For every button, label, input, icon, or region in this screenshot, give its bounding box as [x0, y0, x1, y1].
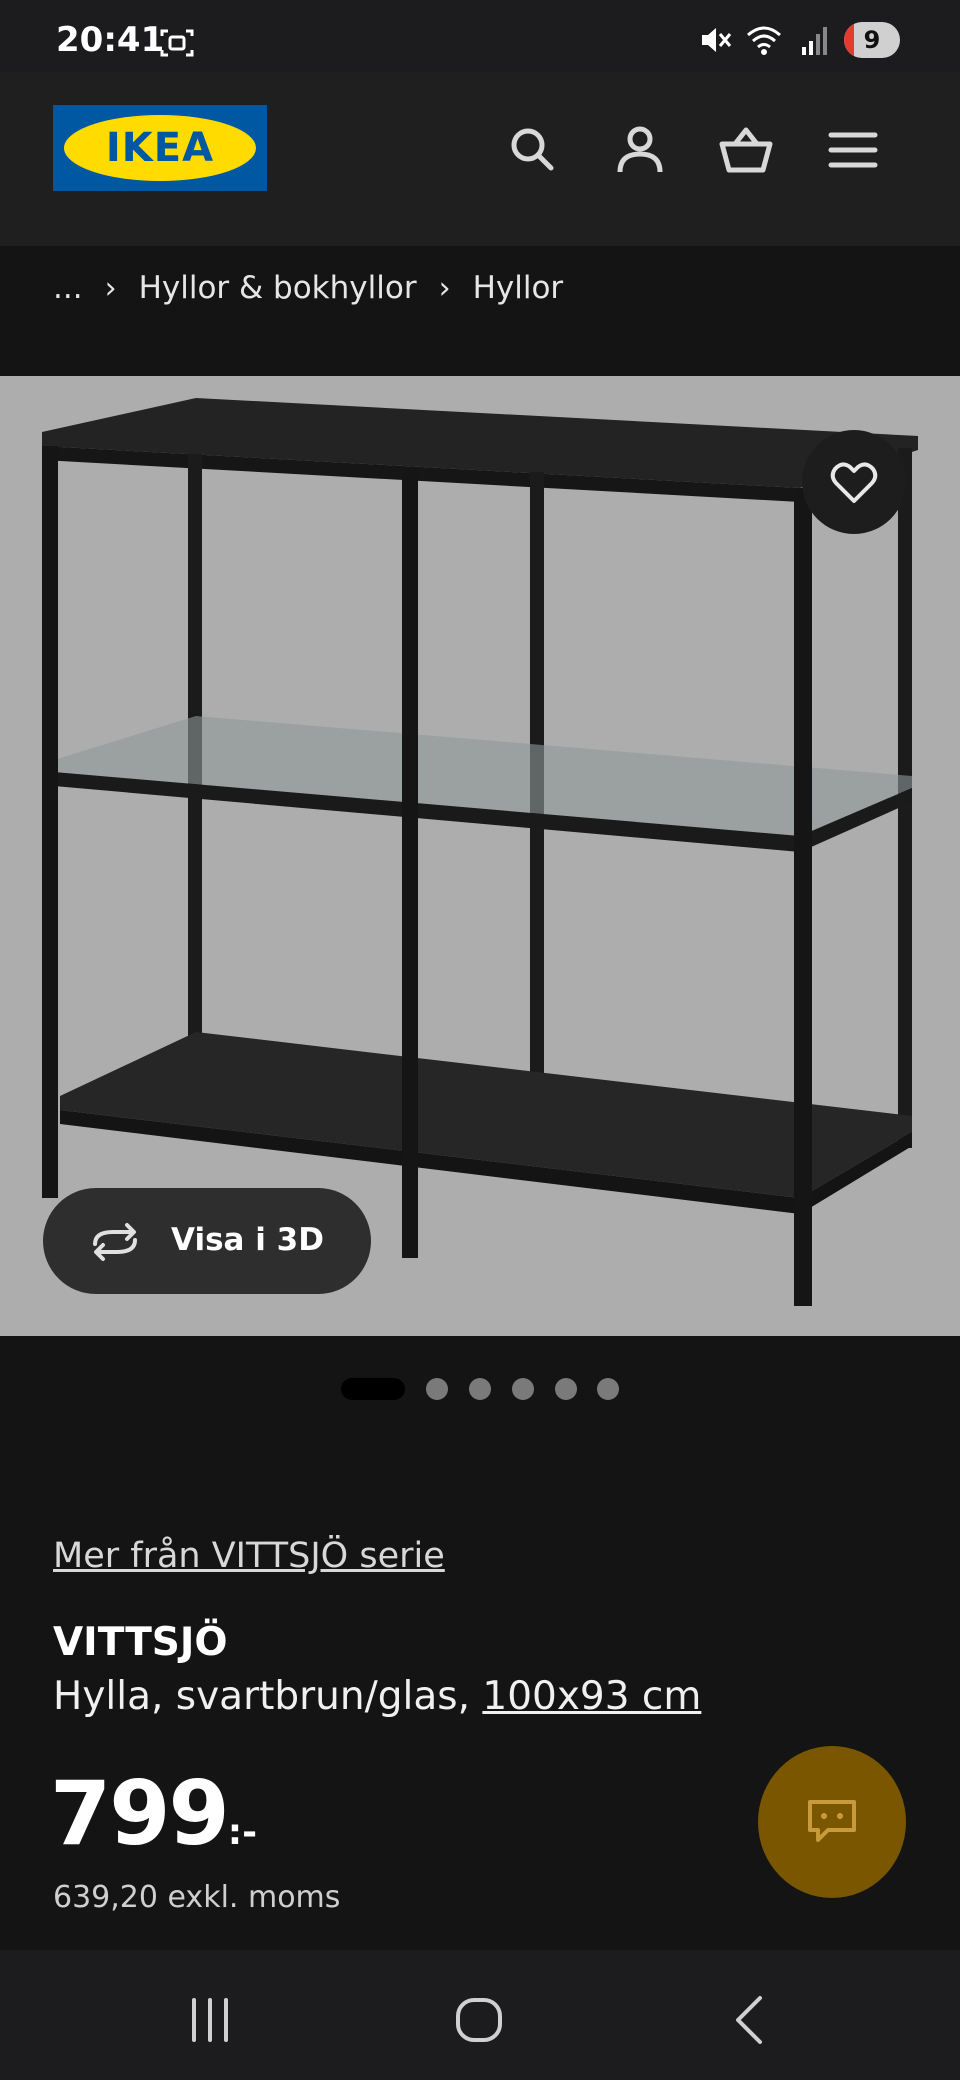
product-type: Hylla, svartbrun/glas,	[53, 1674, 483, 1719]
search-icon[interactable]	[505, 122, 561, 178]
product-name: VITTSJÖ	[53, 1620, 228, 1665]
system-navigation-bar	[0, 1950, 960, 2080]
pagination-dot[interactable]	[426, 1378, 448, 1400]
site-header: IKEA	[0, 72, 960, 246]
back-icon[interactable]	[720, 1990, 780, 2050]
status-time: 20:41	[56, 20, 165, 60]
chevron-right-icon: ›	[438, 270, 451, 306]
favorite-button[interactable]	[802, 430, 906, 534]
view-in-3d-button[interactable]: Visa i 3D	[43, 1188, 371, 1294]
user-icon[interactable]	[612, 122, 668, 178]
product-description: Hylla, svartbrun/glas, 100x93 cm	[53, 1674, 701, 1719]
gallery-pagination	[0, 1376, 960, 1402]
product-price: 799:-	[50, 1762, 257, 1865]
chat-icon	[808, 1800, 856, 1842]
view-in-3d-label: Visa i 3D	[171, 1222, 324, 1258]
price-suffix: :-	[227, 1812, 258, 1853]
screenshot-icon	[160, 29, 194, 57]
signal-icon	[802, 27, 827, 55]
breadcrumb: ... › Hyllor & bokhyllor › Hyllor	[0, 246, 960, 376]
product-size-link[interactable]: 100x93 cm	[482, 1674, 701, 1719]
mute-icon	[702, 28, 732, 52]
price-value: 799	[50, 1762, 230, 1865]
pagination-dot[interactable]	[469, 1378, 491, 1400]
pagination-dot[interactable]	[512, 1378, 534, 1400]
series-link[interactable]: Mer från VITTSJÖ serie	[53, 1536, 445, 1576]
home-icon[interactable]	[450, 1990, 510, 2050]
logo-text: IKEA	[64, 115, 256, 181]
basket-icon[interactable]	[718, 122, 774, 178]
recent-apps-icon[interactable]	[180, 1990, 240, 2050]
wifi-icon	[747, 26, 781, 55]
breadcrumb-item-shelves[interactable]: Hyllor	[473, 270, 564, 306]
heart-icon	[830, 462, 878, 503]
ikea-logo[interactable]: IKEA	[53, 105, 267, 191]
chevron-right-icon: ›	[104, 270, 117, 306]
breadcrumb-item-more[interactable]: ...	[53, 270, 83, 306]
pagination-dot[interactable]	[341, 1378, 405, 1400]
chat-button[interactable]	[758, 1746, 906, 1898]
status-bar: 20:41 9	[0, 0, 960, 72]
menu-icon[interactable]	[825, 122, 881, 178]
price-excl-vat: 639,20 exkl. moms	[53, 1880, 341, 1915]
pagination-dot[interactable]	[597, 1378, 619, 1400]
status-icons: 9	[698, 20, 900, 60]
breadcrumb-item-shelves-bookcases[interactable]: Hyllor & bokhyllor	[139, 270, 417, 306]
rotate-3d-icon	[93, 1223, 137, 1261]
product-image-gallery[interactable]: Visa i 3D	[0, 376, 960, 1336]
notification-badge: 9	[844, 22, 900, 58]
pagination-dot[interactable]	[555, 1378, 577, 1400]
